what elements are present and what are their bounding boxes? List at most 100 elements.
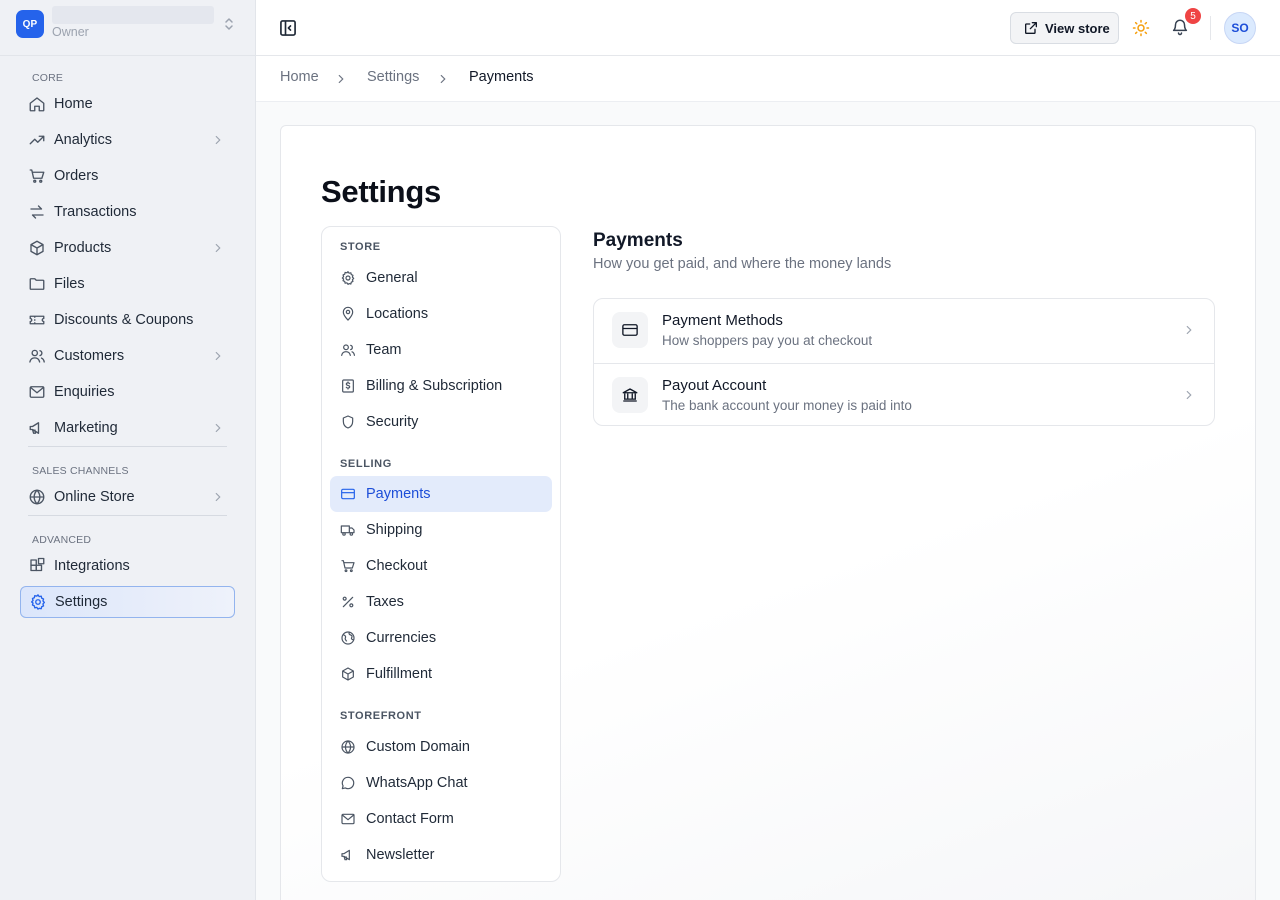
credit-card-icon (612, 312, 648, 348)
settings-item-locations[interactable]: Locations (330, 296, 552, 332)
sidebar-item-label: Files (54, 276, 85, 292)
sidebar-item-label: Customers (54, 348, 125, 364)
nav-section-sales-channels: SALES CHANNELS (32, 465, 129, 477)
sidebar-item-transactions[interactable]: Transactions (20, 196, 235, 228)
store-switcher[interactable]: QP Owner (16, 6, 240, 42)
breadcrumb-settings[interactable]: Settings (367, 69, 419, 85)
chevron-right-icon (211, 241, 225, 255)
settings-item-general[interactable]: General (330, 260, 552, 296)
option-description: How shoppers pay you at checkout (662, 333, 873, 348)
topbar: View store 5 SO (256, 0, 1280, 56)
breadcrumb-payments: Payments (469, 69, 534, 85)
sidebar-item-discounts[interactable]: Discounts & Coupons (20, 304, 235, 336)
settings-item-shipping[interactable]: Shipping (330, 512, 552, 548)
store-name (52, 6, 214, 24)
chevrons-up-down-icon (222, 16, 236, 32)
sidebar-item-customers[interactable]: Customers (20, 340, 235, 372)
settings-section-selling: SELLING (340, 458, 392, 470)
page-title: Settings (321, 174, 441, 209)
payout-account-row[interactable]: Payout Account The bank account your mon… (594, 363, 1214, 425)
notification-badge: 5 (1185, 8, 1201, 24)
sidebar-item-label: Home (54, 96, 93, 112)
settings-item-whatsapp-chat[interactable]: WhatsApp Chat (330, 765, 552, 801)
settings-item-team[interactable]: Team (330, 332, 552, 368)
sidebar-item-enquiries[interactable]: Enquiries (20, 376, 235, 408)
breadcrumb-home[interactable]: Home (280, 69, 319, 85)
breadcrumb: Home Settings Payments (256, 56, 1280, 102)
settings-item-fulfillment[interactable]: Fulfillment (330, 656, 552, 692)
sidebar-item-online-store[interactable]: Online Store (20, 481, 235, 513)
sidebar-divider (28, 515, 227, 516)
sidebar-item-integrations[interactable]: Integrations (20, 550, 235, 582)
settings-item-contact-form[interactable]: Contact Form (330, 801, 552, 837)
chevron-right-icon (211, 421, 225, 435)
sidebar-item-settings[interactable]: Settings (20, 586, 235, 618)
megaphone-icon (340, 847, 356, 863)
chat-icon (340, 775, 356, 791)
sidebar-item-products[interactable]: Products (20, 232, 235, 264)
sidebar-item-home[interactable]: Home (20, 88, 235, 120)
chevron-right-icon (211, 349, 225, 363)
sidebar-item-marketing[interactable]: Marketing (20, 412, 235, 444)
sidebar-item-orders[interactable]: Orders (20, 160, 235, 192)
settings-section-store: STORE (340, 241, 381, 253)
receipt-icon (340, 378, 356, 394)
sidebar-item-label: Marketing (54, 420, 118, 436)
sidebar-item-label: Enquiries (54, 384, 115, 400)
map-pin-icon (340, 306, 356, 322)
store-logo: QP (16, 10, 44, 38)
sidebar-item-analytics[interactable]: Analytics (20, 124, 235, 156)
settings-item-label: Contact Form (366, 811, 454, 827)
settings-item-checkout[interactable]: Checkout (330, 548, 552, 584)
chevron-right-icon (334, 72, 348, 86)
users-icon (28, 347, 46, 365)
blocks-icon (28, 557, 46, 575)
option-title: Payment Methods (662, 312, 783, 329)
sidebar-item-files[interactable]: Files (20, 268, 235, 300)
cart-icon (28, 167, 46, 185)
sidebar-divider (28, 446, 227, 447)
view-store-label: View store (1045, 20, 1110, 36)
settings-item-label: Security (366, 414, 419, 430)
panel-subtitle: How you get paid, and where the money la… (593, 256, 892, 272)
external-link-icon (1023, 20, 1039, 36)
package-icon (340, 666, 356, 682)
notifications-button[interactable]: 5 (1171, 8, 1201, 40)
sun-icon[interactable] (1132, 19, 1150, 37)
store-role: Owner (52, 25, 89, 39)
settings-item-security[interactable]: Security (330, 404, 552, 440)
panel-title: Payments (593, 230, 683, 251)
cart-icon (340, 558, 356, 574)
sidebar-item-label: Integrations (54, 558, 130, 574)
sidebar: QP Owner CORE Home Analytics Orders Tran… (0, 0, 256, 900)
view-store-button[interactable]: View store (1010, 12, 1119, 44)
sidebar-item-label: Online Store (54, 489, 135, 505)
settings-item-custom-domain[interactable]: Custom Domain (330, 729, 552, 765)
payment-methods-row[interactable]: Payment Methods How shoppers pay you at … (594, 299, 1214, 362)
percent-icon (340, 594, 356, 610)
folder-icon (28, 275, 46, 293)
settings-item-currencies[interactable]: Currencies (330, 620, 552, 656)
truck-icon (340, 522, 356, 538)
settings-item-newsletter[interactable]: Newsletter (330, 837, 552, 873)
settings-item-label: Billing & Subscription (366, 378, 503, 394)
settings-section-storefront: STOREFRONT (340, 710, 422, 722)
package-icon (28, 239, 46, 257)
settings-item-billing[interactable]: Billing & Subscription (330, 368, 552, 404)
settings-item-payments[interactable]: Payments (330, 476, 552, 512)
settings-item-label: Checkout (366, 558, 428, 574)
credit-card-icon (340, 486, 356, 502)
arrows-swap-icon (28, 203, 46, 221)
sidebar-toggle-icon[interactable] (278, 18, 298, 38)
settings-item-taxes[interactable]: Taxes (330, 584, 552, 620)
chevron-right-icon (436, 72, 450, 86)
settings-item-label: WhatsApp Chat (366, 775, 468, 791)
mail-icon (28, 383, 46, 401)
shield-icon (340, 414, 356, 430)
bank-icon (612, 377, 648, 413)
avatar[interactable]: SO (1224, 12, 1256, 44)
trending-up-icon (28, 131, 46, 149)
mail-icon (340, 811, 356, 827)
settings-item-label: Fulfillment (366, 666, 433, 682)
settings-item-label: Payments (366, 486, 431, 502)
